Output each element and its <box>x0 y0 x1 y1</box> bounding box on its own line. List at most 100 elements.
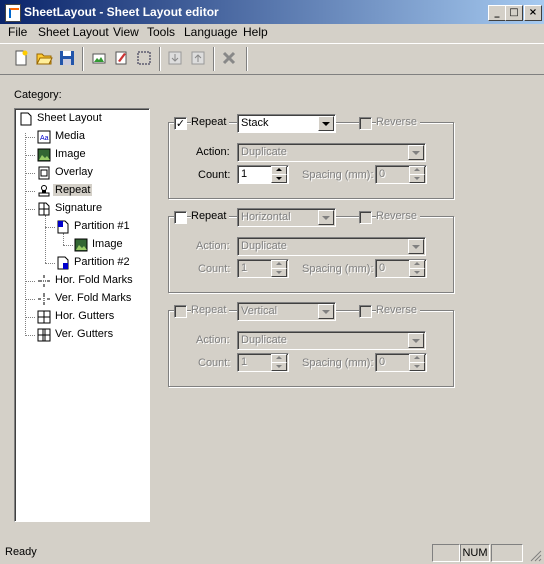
spacing-spinner-3[interactable]: 0 <box>375 353 427 372</box>
count-spinner-3[interactable]: 1 <box>237 353 289 372</box>
fold-marks-icon <box>38 275 50 287</box>
open-icon[interactable] <box>35 49 53 67</box>
maximize-button[interactable]: □ <box>505 5 523 21</box>
spacing-label-1: Spacing (mm): <box>302 169 374 181</box>
action-select-3[interactable]: Duplicate <box>237 331 426 350</box>
tree-item-label: Media <box>55 130 85 142</box>
spacing-value: 0 <box>379 262 386 274</box>
reverse-checkbox-1[interactable] <box>359 117 372 130</box>
menu-tools[interactable]: Tools <box>147 25 175 39</box>
tree-item-label: Image <box>55 148 86 160</box>
spin-down-icon[interactable] <box>409 268 425 277</box>
spacing-value: 0 <box>379 168 386 180</box>
spin-down-icon[interactable] <box>271 362 287 371</box>
edit-icon[interactable] <box>112 49 130 67</box>
status-pane-scroll <box>491 544 523 562</box>
count-spinner-2[interactable]: 1 <box>237 259 289 278</box>
reverse-checkbox-2[interactable] <box>359 211 372 224</box>
fold-marks-icon <box>38 293 50 305</box>
image-icon <box>37 148 51 162</box>
repeat-checkbox-2[interactable] <box>174 211 187 224</box>
category-label: Category: <box>14 89 62 101</box>
repeat-label-2: Repeat <box>191 210 230 222</box>
count-label-2: Count: <box>198 263 231 275</box>
repeat-mode-select-2[interactable]: Horizontal <box>237 208 336 227</box>
spin-down-icon[interactable] <box>271 268 287 277</box>
repeat-checkbox-3[interactable] <box>174 305 187 318</box>
count-value: 1 <box>241 356 248 368</box>
menu-view[interactable]: View <box>113 25 139 39</box>
page-icon <box>20 112 32 126</box>
repeat-checkbox-1[interactable]: ✓ <box>174 117 187 130</box>
app-icon[interactable] <box>5 4 21 22</box>
title-bar[interactable]: SheetLayout - Sheet Layout editor _ □ × <box>0 0 544 24</box>
count-value: 1 <box>241 168 248 180</box>
spin-down-icon[interactable] <box>409 362 425 371</box>
menu-file[interactable]: File <box>8 25 27 39</box>
overlay-icon <box>38 166 50 180</box>
image-icon <box>74 238 88 252</box>
minimize-button[interactable]: _ <box>488 5 506 21</box>
menu-help[interactable]: Help <box>243 25 268 39</box>
menu-sheet-layout[interactable]: Sheet Layout <box>38 25 109 39</box>
move-up-icon[interactable] <box>189 49 207 67</box>
resize-grip-icon[interactable] <box>528 548 542 562</box>
tree-item-label: Ver. Gutters <box>55 328 114 340</box>
spin-down-icon[interactable] <box>271 174 287 183</box>
status-pane-caps <box>432 544 460 562</box>
repeat-label-3: Repeat <box>191 304 230 316</box>
status-bar: Ready NUM <box>0 542 544 564</box>
reverse-checkbox-3[interactable] <box>359 305 372 318</box>
count-spinner-1[interactable]: 1 <box>237 165 289 184</box>
close-button[interactable]: × <box>524 5 542 21</box>
reverse-label-3: Reverse <box>376 304 420 316</box>
spacing-label-2: Spacing (mm): <box>302 263 374 275</box>
chevron-down-icon[interactable] <box>408 145 424 160</box>
toolbar <box>0 43 544 75</box>
new-icon[interactable] <box>12 49 30 67</box>
reverse-label-1: Reverse <box>376 116 420 128</box>
spacing-spinner-1[interactable]: 0 <box>375 165 427 184</box>
action-select-1[interactable]: Duplicate <box>237 143 426 162</box>
repeat-mode-select-1[interactable]: Stack <box>237 114 336 133</box>
tree-item-label: Signature <box>55 202 103 214</box>
partition-icon <box>57 220 69 234</box>
chevron-down-icon[interactable] <box>318 304 334 319</box>
tree-item-label: Image <box>92 238 123 250</box>
tree-item-label: Repeat <box>53 184 93 196</box>
svg-text:Aa: Aa <box>40 135 49 142</box>
action-value: Duplicate <box>241 146 287 158</box>
chevron-down-icon[interactable] <box>318 210 334 225</box>
action-select-2[interactable]: Duplicate <box>237 237 426 256</box>
action-label-2: Action: <box>196 240 230 252</box>
signature-icon <box>38 202 50 216</box>
count-label-3: Count: <box>198 357 231 369</box>
action-label-3: Action: <box>196 334 230 346</box>
chevron-down-icon[interactable] <box>408 333 424 348</box>
stamp-icon <box>38 185 50 197</box>
repeat-mode-value: Vertical <box>241 305 278 317</box>
image-icon[interactable] <box>90 49 108 67</box>
repeat-mode-value: Horizontal <box>241 211 291 223</box>
gutters-icon <box>37 310 51 324</box>
tree-item-label: Hor. Fold Marks <box>55 274 133 286</box>
delete-icon[interactable] <box>220 49 238 67</box>
spacing-spinner-2[interactable]: 0 <box>375 259 427 278</box>
repeat-mode-value: Stack <box>241 117 269 129</box>
partition-icon <box>57 256 69 270</box>
category-tree[interactable]: Sheet Layout Aa Media Image Overlay Repe… <box>14 108 150 522</box>
count-label-1: Count: <box>198 169 231 181</box>
save-icon[interactable] <box>58 49 76 67</box>
move-down-icon[interactable] <box>166 49 184 67</box>
status-pane-num: NUM <box>460 544 490 562</box>
chevron-down-icon[interactable] <box>408 239 424 254</box>
select-icon[interactable] <box>135 49 153 67</box>
tree-item-label: Ver. Fold Marks <box>55 292 132 304</box>
tree-item-label: Hor. Gutters <box>55 310 115 322</box>
menu-language[interactable]: Language <box>184 25 237 39</box>
repeat-mode-select-3[interactable]: Vertical <box>237 302 336 321</box>
action-value: Duplicate <box>241 240 287 252</box>
reverse-label-2: Reverse <box>376 210 420 222</box>
spin-down-icon[interactable] <box>409 174 425 183</box>
chevron-down-icon[interactable] <box>318 116 334 131</box>
